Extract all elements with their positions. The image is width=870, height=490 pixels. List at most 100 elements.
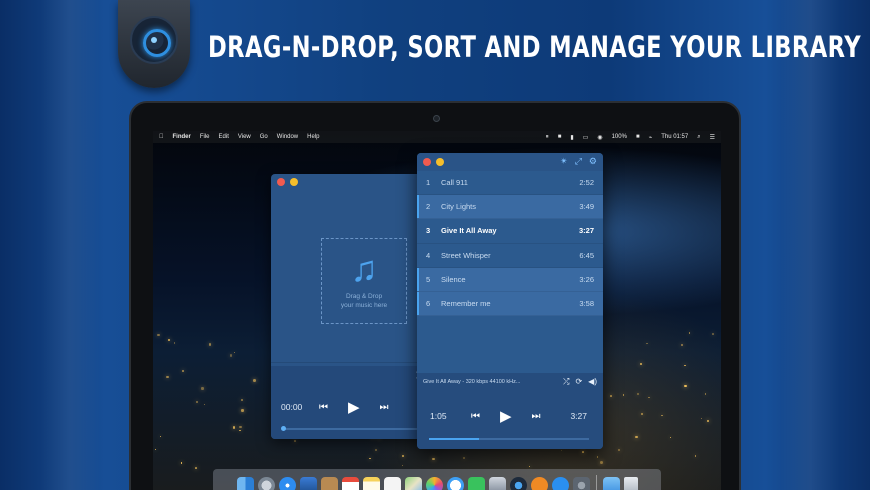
menu-finder[interactable]: Finder <box>173 134 191 140</box>
city-light <box>648 396 650 399</box>
playback-options: ⤮ ⟳ ◀) <box>557 377 597 387</box>
safari-icon[interactable] <box>278 476 296 490</box>
play-icon[interactable]: ▶ <box>500 409 512 424</box>
menu-go[interactable]: Go <box>260 134 268 140</box>
drop-zone[interactable]: ♫ Drag & Drop your music here <box>321 238 407 324</box>
toolbar-icons: ✴ ⤢ ⚙ <box>553 156 597 167</box>
system-preferences-icon[interactable] <box>572 476 590 490</box>
calendar-icon[interactable] <box>341 476 359 490</box>
minimize-button[interactable] <box>290 178 298 186</box>
menu-help[interactable]: Help <box>307 134 319 140</box>
collapse-icon[interactable]: ⤢ <box>575 156 582 167</box>
minimize-button[interactable] <box>436 158 444 166</box>
city-light <box>704 393 707 395</box>
controls-panel: ⤮ 00:00 ⏮ ▶ ⏭ <box>271 366 431 439</box>
battery-percent: 100% <box>611 133 627 140</box>
close-button[interactable] <box>277 178 285 186</box>
elapsed-time: 1:05 <box>430 411 447 421</box>
drop-zone-label: Drag & Drop your music here <box>340 293 388 309</box>
track-row[interactable]: 1 Call 911 2:52 <box>417 171 603 196</box>
play-icon[interactable]: ▶ <box>348 400 360 415</box>
display-status-icon[interactable]: ▭ <box>583 134 589 141</box>
photos-icon[interactable] <box>425 476 443 490</box>
add-track-icon[interactable]: ✴ <box>560 156 568 167</box>
menu-file[interactable]: File <box>200 134 210 140</box>
equalizer-icon[interactable]: ⚙ <box>589 156 597 167</box>
wifi-icon[interactable]: ⌁ <box>649 134 653 141</box>
city-light <box>669 436 672 439</box>
apple-menu-icon[interactable]:  <box>159 134 164 140</box>
track-number: 4 <box>426 250 431 260</box>
transport-controls: ⏮ ▶ ⏭ <box>309 400 399 415</box>
city-light <box>229 354 233 357</box>
next-track-icon[interactable]: ⏭ <box>380 402 389 413</box>
music-player-icon[interactable] <box>509 476 527 490</box>
menu-edit[interactable]: Edit <box>219 134 229 140</box>
track-row[interactable]: 6 Remember me 3:58 <box>417 291 603 317</box>
app-store-icon[interactable] <box>551 476 569 490</box>
city-light <box>634 435 638 439</box>
track-title: Remember me <box>441 299 491 309</box>
track-title: Call 911 <box>441 178 468 188</box>
reminders-icon[interactable] <box>383 476 401 490</box>
bars-status-icon[interactable]: ▮ <box>570 134 573 141</box>
city-light <box>208 343 211 346</box>
city-light <box>240 398 243 401</box>
previous-track-icon[interactable]: ⏮ <box>319 402 328 413</box>
ibooks-icon[interactable] <box>530 476 548 490</box>
track-title: Silence <box>441 274 466 284</box>
pause-status-icon[interactable]: ⏸ <box>546 134 549 141</box>
facetime-icon[interactable] <box>467 476 485 490</box>
maps-icon[interactable] <box>404 476 422 490</box>
city-light <box>618 449 621 452</box>
city-light <box>401 454 404 457</box>
volume-icon[interactable]: ◀) <box>588 377 597 387</box>
menu-view[interactable]: View <box>238 134 251 140</box>
photo-viewer-icon[interactable] <box>299 476 317 490</box>
city-light <box>182 370 185 373</box>
repeat-icon[interactable]: ⟳ <box>575 377 582 387</box>
city-light <box>181 462 183 464</box>
track-row[interactable]: 4 Street Whisper 6:45 <box>417 244 603 268</box>
city-light <box>173 342 176 344</box>
contacts-icon[interactable] <box>320 476 338 490</box>
clock[interactable]: Thu 01:57 <box>661 134 688 141</box>
next-track-icon[interactable]: ⏭ <box>532 411 541 422</box>
messages-icon[interactable] <box>446 476 464 490</box>
progress-bar[interactable] <box>429 438 589 440</box>
track-row[interactable]: 5 Silence 3:26 <box>417 267 603 292</box>
total-time: 3:27 <box>570 411 587 421</box>
track-duration: 3:26 <box>579 274 594 284</box>
city-light <box>462 457 465 459</box>
track-title: City Lights <box>441 202 477 212</box>
laptop-frame:  Finder File Edit View Go Window Help ⏸… <box>129 101 741 490</box>
city-light <box>700 418 702 420</box>
progress-knob[interactable] <box>281 426 286 431</box>
track-number: 6 <box>426 299 431 309</box>
spotlight-icon[interactable]: ⌕ <box>697 134 700 141</box>
finder-icon[interactable] <box>236 476 254 490</box>
progress-bar[interactable] <box>283 428 423 430</box>
city-light <box>374 448 378 451</box>
city-light <box>241 409 244 412</box>
track-row-current[interactable]: 3 Give It All Away 3:27 <box>417 219 603 244</box>
stop-status-icon[interactable]: ■ <box>558 134 562 141</box>
previous-track-icon[interactable]: ⏮ <box>471 411 480 422</box>
airplay-status-icon[interactable]: ◉ <box>597 134 602 141</box>
city-light <box>712 332 714 335</box>
battery-icon[interactable]: ■ <box>636 134 640 141</box>
app-badge <box>118 0 190 88</box>
photo-booth-icon[interactable] <box>488 476 506 490</box>
notification-center-icon[interactable]: ☰ <box>710 134 715 141</box>
downloads-folder-icon[interactable] <box>602 476 620 490</box>
transport-controls: ⏮ ▶ ⏭ <box>461 409 551 424</box>
close-button[interactable] <box>423 158 431 166</box>
menu-window[interactable]: Window <box>277 134 298 140</box>
city-light <box>600 461 604 465</box>
city-light <box>639 363 643 366</box>
shuffle-icon[interactable]: ⤮ <box>563 377 569 387</box>
launchpad-icon[interactable] <box>257 476 275 490</box>
trash-icon[interactable] <box>623 476 638 490</box>
notes-icon[interactable] <box>362 476 380 490</box>
track-row[interactable]: 2 City Lights 3:49 <box>417 195 603 220</box>
